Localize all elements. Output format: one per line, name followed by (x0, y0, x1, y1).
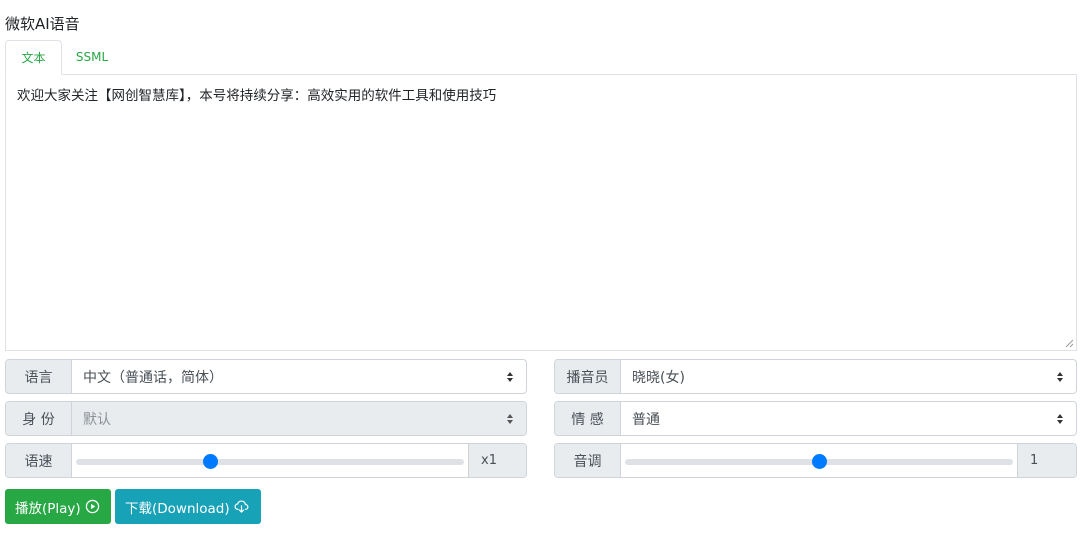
pitch-group: 音调 1 (554, 443, 1077, 478)
role-group: 身 份 默认 (5, 401, 527, 436)
role-value: 默认 (83, 411, 111, 428)
voice-label: 播音员 (555, 360, 621, 393)
style-select[interactable]: 普通 (621, 402, 1076, 435)
role-select[interactable]: 默认 (72, 402, 526, 435)
resize-grip-icon[interactable] (1065, 339, 1074, 348)
sort-caret-icon (1057, 371, 1063, 382)
rate-label: 语速 (6, 444, 72, 477)
play-button-label: 播放(Play) (15, 500, 81, 517)
rate-slider-track (76, 459, 464, 465)
language-group: 语言 中文（普通话，简体） (5, 359, 527, 394)
sort-caret-icon (1057, 413, 1063, 424)
tab-ssml[interactable]: SSML (62, 40, 122, 75)
pitch-label: 音调 (555, 444, 621, 477)
role-label: 身 份 (6, 402, 72, 435)
language-label: 语言 (6, 360, 72, 393)
cloud-download-icon (234, 500, 249, 513)
rate-group: 语速 x1 (5, 443, 527, 478)
sort-caret-icon (507, 413, 513, 424)
tab-text[interactable]: 文本 (5, 40, 62, 75)
voice-value: 晓晓(女) (632, 369, 685, 386)
rate-readout: x1 (468, 444, 526, 477)
language-value: 中文（普通话，简体） (83, 369, 223, 386)
text-editor (5, 74, 1077, 351)
tab-bar: 文本 SSML (5, 40, 1077, 75)
sort-caret-icon (507, 371, 513, 382)
style-group: 情 感 普通 (554, 401, 1077, 436)
pitch-slider[interactable] (621, 444, 1017, 477)
pitch-slider-thumb[interactable] (811, 454, 827, 469)
rate-slider-thumb[interactable] (202, 454, 218, 469)
play-button[interactable]: 播放(Play) (5, 489, 111, 524)
style-value: 普通 (632, 411, 660, 428)
download-button-label: 下载(Download) (125, 500, 230, 517)
voice-group: 播音员 晓晓(女) (554, 359, 1077, 394)
pitch-readout: 1 (1017, 444, 1076, 477)
rate-slider[interactable] (72, 444, 468, 477)
style-label: 情 感 (555, 402, 621, 435)
app-title: 微软AI语音 (5, 15, 80, 33)
download-button[interactable]: 下载(Download) (115, 489, 261, 524)
play-circle-icon (85, 499, 99, 514)
language-select[interactable]: 中文（普通话，简体） (72, 360, 526, 393)
text-input[interactable] (6, 75, 1076, 350)
voice-select[interactable]: 晓晓(女) (621, 360, 1076, 393)
